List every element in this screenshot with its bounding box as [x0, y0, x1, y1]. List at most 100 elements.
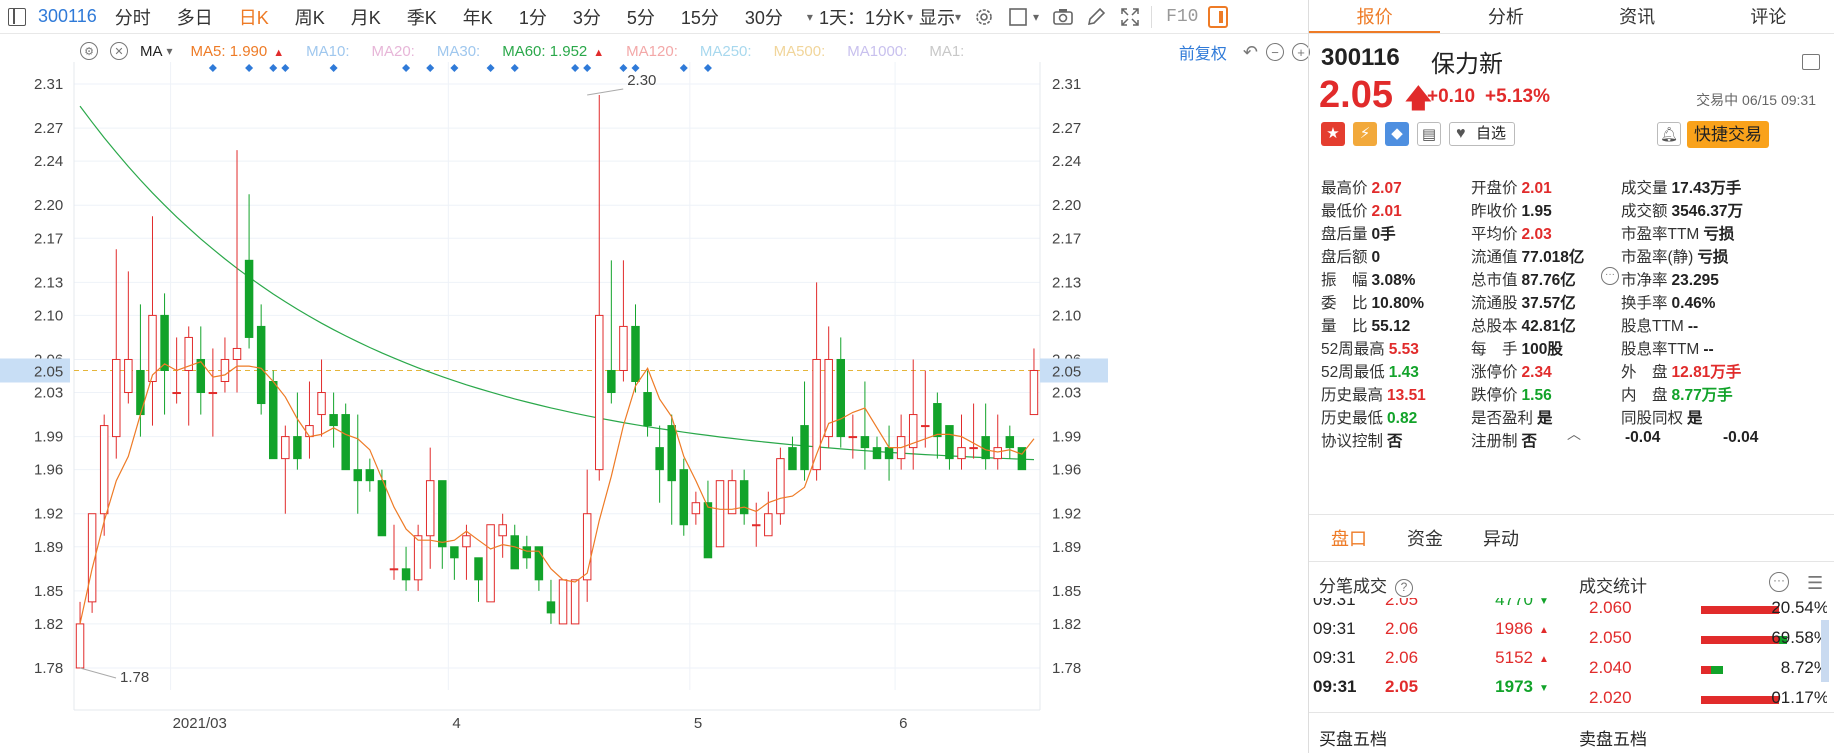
period-tab[interactable]: 1分 — [519, 4, 547, 30]
y-tick-left: 2.20 — [34, 197, 63, 214]
candle — [872, 436, 882, 460]
chevron-down-icon[interactable]: ▾ — [807, 10, 813, 24]
field-label: 成交量 — [1621, 180, 1668, 197]
more-icon[interactable]: ··· — [1769, 572, 1789, 592]
help-icon[interactable]: ? — [1395, 578, 1413, 597]
candle — [353, 414, 363, 514]
layout-icon[interactable] — [1802, 54, 1820, 70]
bell-icon[interactable]: 🔔︎ — [1657, 122, 1681, 146]
y-tick-left: 1.89 — [34, 539, 63, 556]
stat-row: 2.060 20.54% — [1589, 598, 1827, 626]
zoom-out-icon[interactable]: − — [1266, 43, 1284, 61]
chevron-down-icon[interactable]: ▾ — [955, 10, 961, 24]
camera-icon[interactable] — [1052, 7, 1073, 27]
field-label: 历史最高 — [1321, 387, 1384, 404]
indicator-name[interactable]: MA — [140, 43, 163, 60]
period-tab[interactable]: 30分 — [745, 4, 783, 30]
period-tab[interactable]: 5分 — [627, 4, 655, 30]
pencil-icon[interactable] — [1086, 7, 1106, 27]
period-tab[interactable]: 周K — [295, 4, 325, 30]
quote-field: 历史最高 13.51 — [1321, 383, 1426, 405]
quote-tab[interactable]: 报价 — [1309, 0, 1441, 33]
ma-legend-item[interactable]: MA20: — [372, 43, 415, 60]
dropdown-period[interactable]: 1天：1分K — [819, 4, 905, 30]
tag-icon[interactable]: ◆ — [1385, 122, 1409, 146]
trade-row: 09:31 2.05 4770 ▼ — [1313, 598, 1573, 618]
quote-field: 是否盈利是 — [1471, 406, 1553, 428]
kline-chart[interactable]: 2.31 2.31 2.27 2.27 2.24 2.24 2.20 2.20 2.17 2.17… — [0, 60, 1308, 753]
field-label: 流通值 — [1471, 249, 1518, 266]
china-flag-icon[interactable]: ★ — [1321, 122, 1345, 146]
quote-tab[interactable]: 评论 — [1703, 0, 1834, 33]
candle — [244, 194, 254, 349]
sub-tab[interactable]: 资金 — [1407, 525, 1443, 551]
sidebar-toggle-icon[interactable] — [8, 7, 26, 26]
ma-legend-item[interactable]: MA1: — [929, 43, 964, 60]
lightning-icon[interactable]: ⚡ — [1353, 122, 1377, 146]
field-value: 是 — [1537, 410, 1553, 427]
candle — [860, 381, 870, 470]
chevron-down-icon[interactable]: ▾ — [1033, 10, 1039, 24]
ma-legend-item[interactable]: MA30: — [437, 43, 480, 60]
quote-field: 市盈率(静) 亏损 — [1621, 245, 1728, 267]
gear-icon[interactable] — [974, 7, 994, 27]
ma-legend-item[interactable]: MA500: — [774, 43, 826, 60]
period-tab[interactable]: 15分 — [681, 4, 719, 30]
x-tick: 4 — [452, 715, 460, 732]
sub-tab[interactable]: 异动 — [1483, 525, 1519, 551]
candle — [715, 480, 725, 548]
field-value: -0.04 — [1625, 429, 1661, 446]
list-icon[interactable]: ☰ — [1807, 573, 1823, 594]
field-value: 2.07 — [1371, 180, 1402, 197]
bookmark-icon[interactable]: ▤ — [1417, 122, 1441, 146]
stock-code-link[interactable]: 300116 — [38, 6, 97, 27]
period-tab[interactable]: 多日 — [177, 4, 213, 30]
stats-list[interactable]: 2.060 20.54% 2.050 69.58% 2.040 8.72% 2.020 01.… — [1579, 598, 1827, 706]
ma-legend-item[interactable]: MA1000: — [847, 43, 907, 60]
field-value: 2.34 — [1521, 364, 1552, 381]
candle — [474, 557, 483, 602]
quote-tab[interactable]: 分析 — [1440, 0, 1571, 33]
ma-legend-item[interactable]: MA60: 1.952 ▲ — [502, 43, 604, 60]
period-toolbar: 300116 分时 多日 日K 周K 月K 季K 年K 1分 3分 5分 15分 30分 ▾ 1天：1… — [0, 0, 1308, 34]
quick-trade-button[interactable]: 快捷交易 — [1687, 121, 1769, 148]
ma-legend-item[interactable]: MA5: 1.990 ▲ — [191, 43, 285, 60]
sell-book-tab[interactable]: 卖盘五档 — [1579, 725, 1647, 750]
period-tab[interactable]: 年K — [463, 4, 493, 30]
indicator-settings-icon[interactable]: ⚙ — [80, 42, 98, 60]
square-icon[interactable] — [1008, 7, 1028, 27]
field-label: 市盈率TTM — [1621, 226, 1700, 243]
ma-legend-item[interactable]: MA10: — [306, 43, 349, 60]
candle — [438, 480, 447, 569]
x-tick: 6 — [899, 715, 907, 732]
trades-list[interactable]: 09:31 2.05 4770 ▼ 09:31 2.06 1986 ▲ 09:31 2.06 515… — [1309, 598, 1574, 706]
close-icon[interactable]: ✕ — [110, 42, 128, 60]
candle — [788, 436, 797, 471]
quote-tab[interactable]: 资讯 — [1572, 0, 1703, 33]
period-tab[interactable]: 日K — [239, 4, 269, 30]
more-icon[interactable]: ··· — [1601, 267, 1619, 285]
ma-legend-item[interactable]: MA250: — [700, 43, 752, 60]
quote-field: 外 盘 12.81万手 — [1621, 360, 1741, 382]
buy-book-tab[interactable]: 买盘五档 — [1319, 725, 1387, 750]
ma-legend-item[interactable]: MA120: — [626, 43, 678, 60]
display-menu[interactable]: 显示 — [919, 4, 955, 30]
period-tab[interactable]: 季K — [407, 4, 437, 30]
event-marker — [402, 64, 411, 72]
chevron-down-icon[interactable]: ▾ — [907, 10, 913, 24]
sub-tab[interactable]: 盘口 — [1331, 525, 1367, 551]
field-value: 10.80% — [1371, 295, 1425, 312]
period-tab[interactable]: 月K — [351, 4, 381, 30]
f10-button[interactable]: F10 — [1166, 7, 1198, 27]
quote-field: -0.04 -0.04 — [1621, 429, 1758, 447]
add-watchlist-button[interactable]: 自选 — [1449, 122, 1515, 146]
candle-body — [148, 314, 157, 383]
period-tab[interactable]: 分时 — [115, 4, 151, 30]
fullscreen-icon[interactable] — [1120, 7, 1140, 27]
chevron-down-icon[interactable]: ▾ — [167, 44, 173, 58]
trade-time: 09:31 — [1313, 677, 1357, 696]
scrollbar[interactable] — [1821, 620, 1829, 682]
collapse-icon[interactable]: ︿ — [1567, 424, 1581, 444]
period-tab[interactable]: 3分 — [573, 4, 601, 30]
panel-toggle-icon[interactable] — [1208, 5, 1229, 28]
